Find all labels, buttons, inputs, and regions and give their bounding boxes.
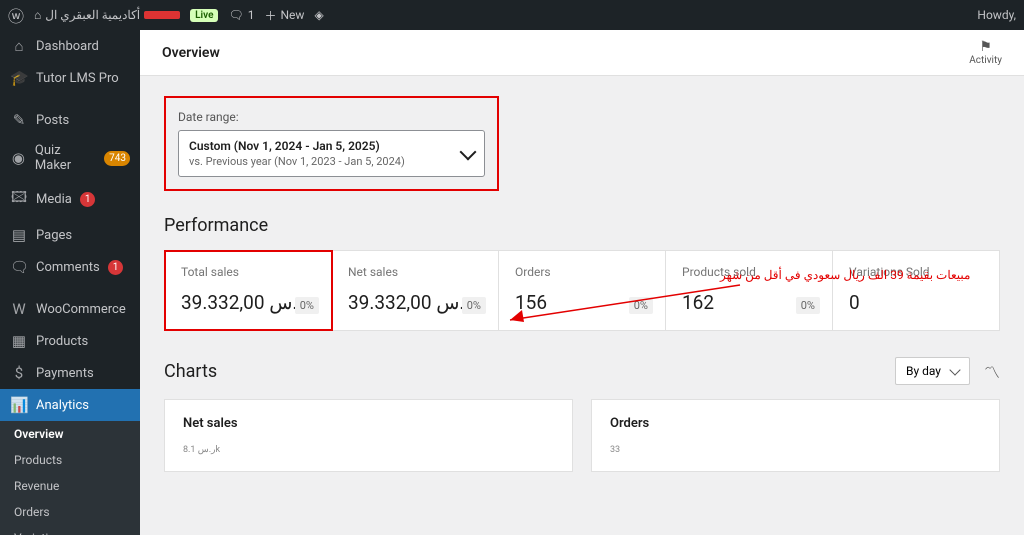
perf-pct: 0% <box>796 297 820 314</box>
sidebar-item-label: Products <box>36 334 88 349</box>
comment-icon: 🗨 <box>228 8 243 22</box>
perf-title: Orders <box>515 265 649 279</box>
submenu-overview[interactable]: Overview <box>0 421 140 447</box>
sidebar-item-analytics[interactable]: 📊 Analytics <box>0 389 140 421</box>
comments-count: 1 <box>248 8 255 22</box>
new-label: New <box>280 8 304 22</box>
submenu-revenue[interactable]: Revenue <box>0 473 140 499</box>
annotation-arrow <box>500 280 750 330</box>
chart-interval-dropdown[interactable]: By day <box>895 357 970 385</box>
chevron-down-icon <box>460 143 477 160</box>
sidebar-item-dashboard[interactable]: ⌂ Dashboard <box>0 30 140 62</box>
sidebar-item-label: Comments <box>36 260 100 275</box>
sidebar-item-posts[interactable]: ✎ Posts <box>0 104 140 136</box>
date-range-label: Date range: <box>178 110 485 124</box>
admin-bar: ⓦ ⌂ أكاديمية العبقري ال Live 🗨 1 ＋ New ◈… <box>0 0 1024 30</box>
menu-icon: 🗨 <box>10 258 28 276</box>
activity-button[interactable]: ⚑ Activity <box>969 39 1002 66</box>
chart-card-orders: Orders 33 <box>591 399 1000 472</box>
diamond-icon[interactable]: ◈ <box>314 8 323 22</box>
activity-label: Activity <box>969 55 1002 66</box>
sidebar-item-label: WooCommerce <box>36 302 126 317</box>
date-range-secondary: vs. Previous year (Nov 1, 2023 - Jan 5, … <box>189 155 405 168</box>
line-chart-icon[interactable]: 〽 <box>984 359 1000 383</box>
plus-icon: ＋ <box>264 7 276 24</box>
chevron-down-icon <box>949 364 960 375</box>
menu-icon: W <box>10 300 28 318</box>
menu-icon: 🖾 <box>10 187 28 212</box>
sidebar-item-label: Tutor LMS Pro <box>36 71 119 86</box>
chart-interval-label: By day <box>906 364 941 378</box>
chart-title: Net sales <box>183 416 554 431</box>
page-header: Overview ⚑ Activity <box>140 30 1024 76</box>
sidebar-item-quiz-maker[interactable]: ◉ Quiz Maker 743 <box>0 136 140 180</box>
live-badge: Live <box>190 9 218 22</box>
menu-icon: ⌂ <box>10 37 28 55</box>
menu-icon: ✎ <box>10 111 28 129</box>
perf-pct: 0% <box>295 297 319 314</box>
sidebar-item-label: Quiz Maker <box>35 143 96 173</box>
submenu-variations[interactable]: Variations <box>0 525 140 535</box>
main-content: Overview ⚑ Activity Date range: Custom (… <box>140 30 1024 535</box>
sidebar-item-label: Pages <box>36 228 72 243</box>
sidebar-item-pages[interactable]: ▤ Pages <box>0 219 140 251</box>
sidebar-item-label: Media <box>36 192 72 207</box>
menu-icon: ▤ <box>10 226 28 244</box>
chart-card-net-sales: Net sales ر.س 8.1k <box>164 399 573 472</box>
redacted-bar <box>144 11 180 19</box>
site-name-text: أكاديمية العبقري ال <box>45 8 140 22</box>
menu-icon: ◉ <box>10 149 27 167</box>
menu-icon: $ <box>10 364 28 382</box>
sidebar-item-label: Posts <box>36 113 69 128</box>
perf-title: Net sales <box>348 265 482 279</box>
site-name-link[interactable]: ⌂ أكاديمية العبقري ال <box>34 8 180 22</box>
admin-sidebar: ⌂ Dashboard 🎓 Tutor LMS Pro ✎ Posts ◉ Quiz Make… <box>0 30 140 535</box>
chart-ytick: 33 <box>610 445 981 455</box>
count-badge: 1 <box>80 192 96 207</box>
date-range-dropdown[interactable]: Custom (Nov 1, 2024 - Jan 5, 2025) vs. P… <box>178 130 485 177</box>
perf-title: Total sales <box>181 265 315 279</box>
perf-card-variations-sold[interactable]: Variations Sold0 <box>833 251 999 330</box>
sidebar-item-woocommerce[interactable]: W WooCommerce <box>0 293 140 325</box>
sidebar-item-payments[interactable]: $ Payments <box>0 357 140 389</box>
charts-row: Net sales ر.س 8.1k Orders 33 <box>164 399 1000 472</box>
submenu-products[interactable]: Products <box>0 447 140 473</box>
sidebar-item-comments[interactable]: 🗨 Comments 1 <box>0 251 140 283</box>
menu-icon: 📊 <box>10 396 28 414</box>
sidebar-item-media[interactable]: 🖾 Media 1 <box>0 180 140 219</box>
perf-value: 0 <box>849 291 983 314</box>
sidebar-item-tutor-lms-pro[interactable]: 🎓 Tutor LMS Pro <box>0 62 140 94</box>
menu-icon: ▦ <box>10 332 28 350</box>
sidebar-item-label: Payments <box>36 366 94 381</box>
home-icon: ⌂ <box>34 8 41 22</box>
perf-card-net-sales[interactable]: Net sales39.332,00 ر.س0% <box>332 251 499 330</box>
submenu-orders[interactable]: Orders <box>0 499 140 525</box>
flag-icon: ⚑ <box>969 39 1002 55</box>
menu-icon: 🎓 <box>10 69 28 87</box>
sidebar-item-label: Analytics <box>36 398 89 413</box>
date-range-box: Date range: Custom (Nov 1, 2024 - Jan 5,… <box>164 96 499 191</box>
page-title: Overview <box>162 45 220 61</box>
count-badge: 743 <box>104 151 130 166</box>
chart-title: Orders <box>610 416 981 431</box>
count-badge: 1 <box>108 260 124 275</box>
wordpress-logo-icon[interactable]: ⓦ <box>8 3 24 27</box>
annotation-text: مبيعات بقيمة 39 الف ريال سعودي في أقل من… <box>720 268 970 282</box>
perf-pct: 0% <box>462 297 486 314</box>
performance-heading: Performance <box>164 215 1000 236</box>
charts-heading: Charts <box>164 361 217 382</box>
chart-ytick: ر.س 8.1k <box>183 445 554 455</box>
comments-link[interactable]: 🗨 1 <box>228 8 254 22</box>
sidebar-item-products[interactable]: ▦ Products <box>0 325 140 357</box>
new-link[interactable]: ＋ New <box>264 7 304 24</box>
date-range-primary: Custom (Nov 1, 2024 - Jan 5, 2025) <box>189 139 405 153</box>
sidebar-item-label: Dashboard <box>36 39 99 54</box>
perf-card-total-sales[interactable]: Total sales39.332,00 ر.س0% <box>165 251 332 330</box>
howdy-link[interactable]: Howdy, <box>977 8 1016 22</box>
